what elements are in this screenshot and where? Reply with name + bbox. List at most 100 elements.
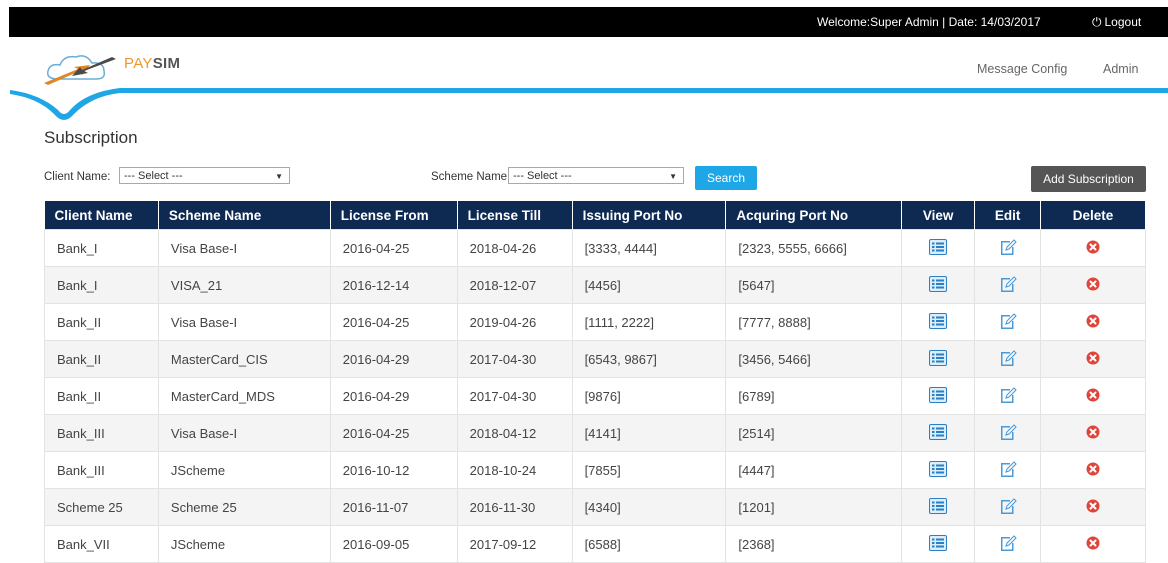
view-list-icon[interactable] bbox=[929, 275, 948, 295]
col-license-till[interactable]: License Till bbox=[457, 201, 573, 230]
edit-pencil-icon[interactable] bbox=[999, 312, 1017, 333]
view-list-icon[interactable] bbox=[929, 349, 948, 369]
scheme-name-label: Scheme Name: bbox=[431, 171, 511, 183]
cell-license-till: 2016-11-30 bbox=[456, 488, 573, 526]
cell-client-name: Bank_I bbox=[44, 229, 159, 267]
col-license-from[interactable]: License From bbox=[330, 201, 458, 230]
view-list-cell bbox=[901, 340, 976, 378]
cell-scheme-name: Visa Base-I bbox=[157, 414, 331, 452]
edit-pencil-cell bbox=[974, 266, 1042, 304]
edit-pencil-icon[interactable] bbox=[999, 460, 1017, 481]
view-list-cell bbox=[901, 229, 976, 267]
col-delete: Delete bbox=[1040, 201, 1146, 230]
view-list-cell bbox=[901, 451, 976, 489]
client-name-select[interactable]: --- Select --- ▼ bbox=[119, 167, 290, 184]
delete-x-icon[interactable] bbox=[1086, 388, 1100, 405]
col-scheme-name[interactable]: Scheme Name bbox=[158, 201, 331, 230]
edit-pencil-icon[interactable] bbox=[999, 275, 1017, 296]
view-list-cell bbox=[901, 303, 976, 341]
cell-issuing-port: [3333, 4444] bbox=[571, 229, 727, 267]
cell-license-till: 2017-04-30 bbox=[456, 377, 573, 415]
delete-x-icon[interactable] bbox=[1086, 277, 1100, 294]
brand-sim: SIM bbox=[152, 55, 181, 72]
cell-license-from: 2016-04-25 bbox=[329, 303, 458, 341]
cell-acquring-port: [3456, 5466] bbox=[725, 340, 903, 378]
nav-admin[interactable]: Admin bbox=[1103, 62, 1138, 76]
view-list-icon[interactable] bbox=[929, 423, 948, 443]
delete-x-cell bbox=[1040, 451, 1146, 489]
edit-pencil-icon[interactable] bbox=[999, 423, 1017, 444]
scheme-name-select[interactable]: --- Select --- ▼ bbox=[508, 167, 684, 184]
table-header-row: Client Name Scheme Name License From Lic… bbox=[44, 201, 1146, 230]
delete-x-cell bbox=[1040, 229, 1146, 267]
view-list-icon[interactable] bbox=[929, 534, 948, 554]
search-button[interactable]: Search bbox=[695, 166, 757, 190]
col-client-name[interactable]: Client Name bbox=[44, 201, 159, 230]
view-list-icon[interactable] bbox=[929, 386, 948, 406]
cell-acquring-port: [2368] bbox=[725, 525, 903, 563]
table-row: Bank_I VISA_21 2016-12-14 2018-12-07 [4456][… bbox=[44, 266, 1146, 304]
table-row: Bank_II MasterCard_CIS 2016-04-29 2017-04-3… bbox=[44, 340, 1146, 378]
cell-license-till: 2017-09-12 bbox=[456, 525, 573, 563]
cell-scheme-name: MasterCard_CIS bbox=[157, 340, 331, 378]
cell-issuing-port: [1111, 2222] bbox=[571, 303, 727, 341]
view-list-icon[interactable] bbox=[929, 312, 948, 332]
cell-issuing-port: [7855] bbox=[571, 451, 727, 489]
delete-x-icon[interactable] bbox=[1086, 462, 1100, 479]
table-row: Bank_III JScheme 2016-10-12 2018-10-24 [7855… bbox=[44, 451, 1146, 489]
cell-license-till: 2018-10-24 bbox=[456, 451, 573, 489]
welcome-text: Welcome:Super Admin | Date: 14/03/2017 bbox=[817, 15, 1041, 29]
nav-message-config[interactable]: Message Config bbox=[977, 62, 1067, 76]
table-row: Scheme 25 Scheme 25 2016-11-07 2016-11-30 [4… bbox=[44, 488, 1146, 526]
edit-pencil-icon[interactable] bbox=[999, 386, 1017, 407]
cell-scheme-name: Visa Base-I bbox=[157, 303, 331, 341]
edit-pencil-icon[interactable] bbox=[999, 238, 1017, 259]
logout-label: Logout bbox=[1104, 15, 1142, 29]
chevron-down-icon: ▼ bbox=[669, 172, 677, 181]
cell-license-till: 2018-04-26 bbox=[456, 229, 573, 267]
col-edit: Edit bbox=[974, 201, 1042, 230]
cell-client-name: Bank_I bbox=[44, 266, 159, 304]
edit-pencil-icon[interactable] bbox=[999, 497, 1017, 518]
add-subscription-button[interactable]: Add Subscription bbox=[1031, 166, 1146, 192]
edit-pencil-icon[interactable] bbox=[999, 349, 1017, 370]
table-row: Bank_I Visa Base-I 2016-04-25 2018-04-26 [33… bbox=[44, 229, 1146, 267]
delete-x-icon[interactable] bbox=[1086, 499, 1100, 516]
cell-scheme-name: JScheme bbox=[157, 451, 331, 489]
header: PAYSIM Message Config Admin bbox=[0, 37, 1168, 127]
delete-x-icon[interactable] bbox=[1086, 536, 1100, 553]
view-list-cell bbox=[901, 377, 976, 415]
logout-link[interactable]: ⏻ Logout bbox=[1092, 15, 1141, 30]
cell-scheme-name: Scheme 25 bbox=[157, 488, 331, 526]
col-acquring-port[interactable]: Acquring Port No bbox=[725, 201, 903, 230]
edit-pencil-icon[interactable] bbox=[999, 534, 1017, 555]
delete-x-icon[interactable] bbox=[1086, 351, 1100, 368]
cell-client-name: Bank_II bbox=[44, 303, 159, 341]
cell-license-from: 2016-04-25 bbox=[329, 414, 458, 452]
table-row: Bank_III Visa Base-I 2016-04-25 2018-04-12[… bbox=[44, 414, 1146, 452]
col-view: View bbox=[901, 201, 976, 230]
delete-x-icon[interactable] bbox=[1086, 240, 1100, 257]
cell-license-till: 2019-04-26 bbox=[456, 303, 573, 341]
edit-pencil-cell bbox=[974, 340, 1042, 378]
delete-x-cell bbox=[1040, 340, 1146, 378]
cell-license-from: 2016-12-14 bbox=[329, 266, 458, 304]
view-list-icon[interactable] bbox=[929, 238, 948, 258]
view-list-icon[interactable] bbox=[929, 460, 948, 480]
view-list-icon[interactable] bbox=[929, 497, 948, 517]
view-list-cell bbox=[901, 266, 976, 304]
cell-scheme-name: VISA_21 bbox=[157, 266, 331, 304]
cell-acquring-port: [7777, 8888] bbox=[725, 303, 903, 341]
col-issuing-port[interactable]: Issuing Port No bbox=[572, 201, 727, 230]
cell-license-from: 2016-04-25 bbox=[329, 229, 458, 267]
delete-x-icon[interactable] bbox=[1086, 425, 1100, 442]
view-list-cell bbox=[901, 525, 976, 563]
cell-acquring-port: [2323, 5555, 6666] bbox=[725, 229, 903, 267]
client-name-label: Client Name: bbox=[44, 171, 111, 183]
top-bar: Welcome:Super Admin | Date: 14/03/2017 ⏻… bbox=[9, 7, 1168, 37]
header-divider-curve bbox=[10, 88, 1168, 120]
power-icon: ⏻ bbox=[1092, 15, 1102, 29]
delete-x-icon[interactable] bbox=[1086, 314, 1100, 331]
table-row: Bank_VII JScheme 2016-09-05 2017-09-12 [6588… bbox=[44, 525, 1146, 563]
cell-acquring-port: [6789] bbox=[725, 377, 903, 415]
